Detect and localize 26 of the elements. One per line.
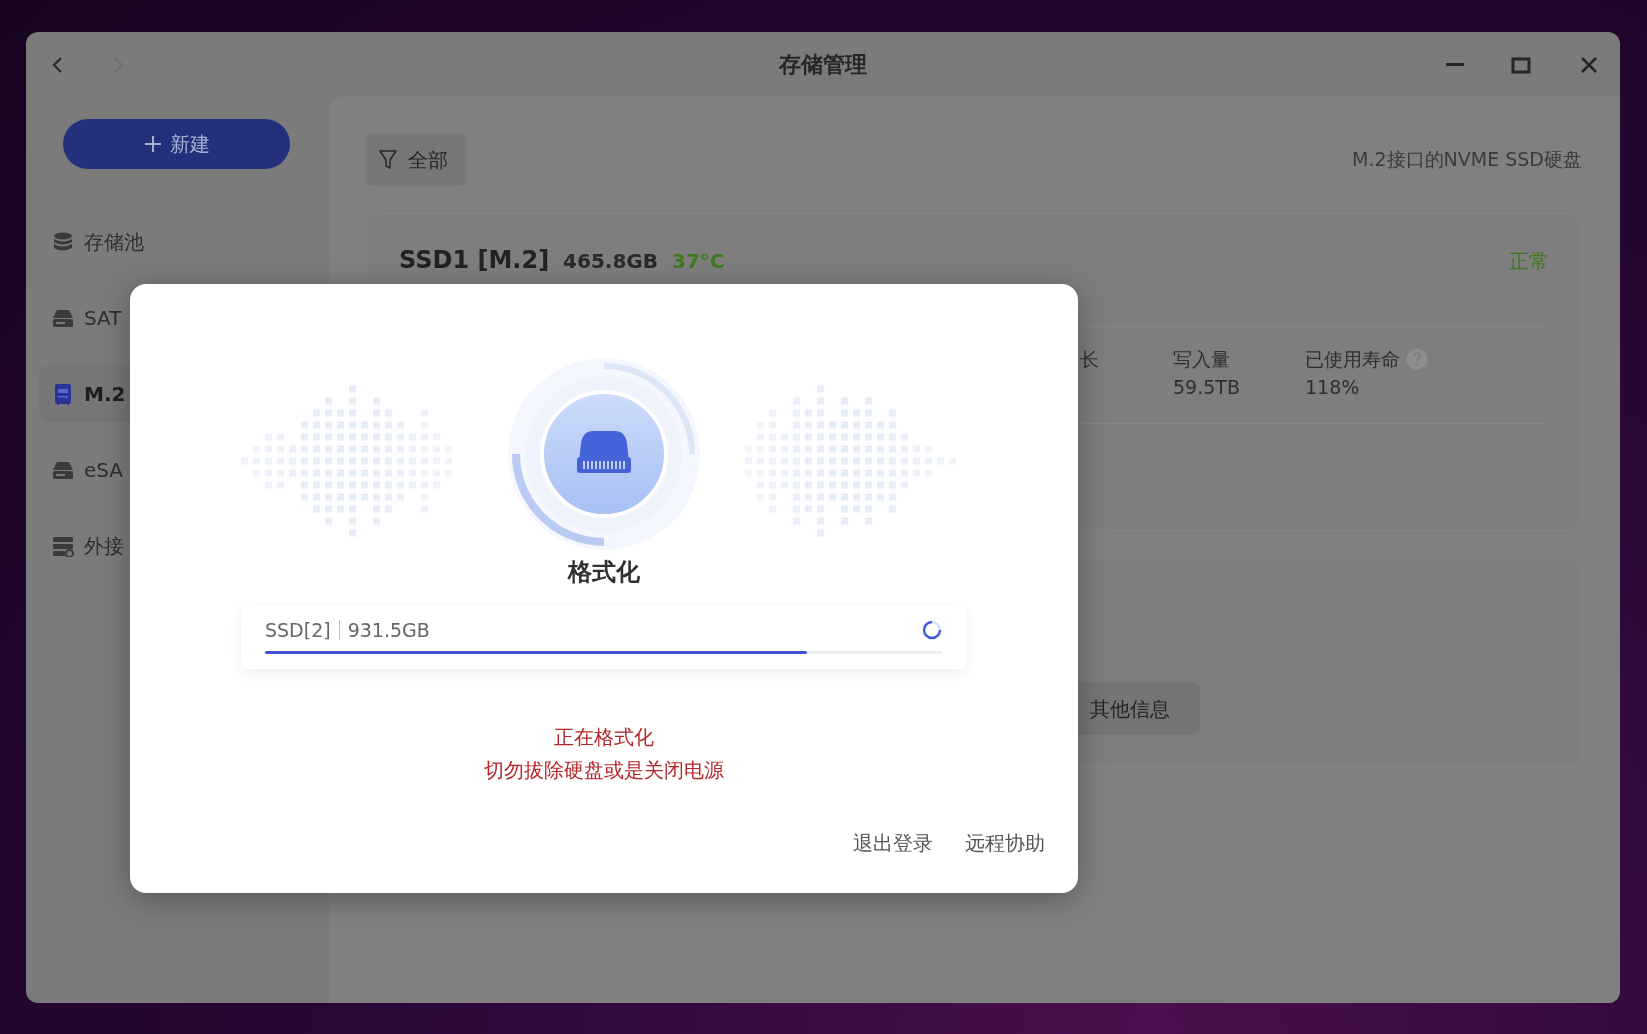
- disk-capacity: 465.8GB: [563, 248, 659, 275]
- sidebar-item[interactable]: eSA: [39, 441, 130, 498]
- dialog-title: 格式化: [568, 557, 640, 588]
- sidebar-item[interactable]: M.2: [39, 365, 130, 422]
- disk-name: SSD[2]: [265, 618, 331, 643]
- warning-text: 切勿拔除硬盘或是关闭电源: [484, 757, 724, 784]
- filter-button[interactable]: 全部: [366, 133, 466, 186]
- status-text: 正常: [1509, 248, 1549, 275]
- stat-value: 118%: [1305, 375, 1361, 400]
- new-button[interactable]: 新建: [63, 119, 290, 169]
- warning-text: 正在格式化: [554, 724, 654, 751]
- disk-temperature: 37°C: [672, 248, 725, 275]
- window-title: 存储管理: [779, 52, 867, 77]
- sidebar-item[interactable]: SAT: [39, 289, 130, 346]
- stat-label: 写入量: [1173, 347, 1230, 372]
- description-text: M.2接口的NVME SSD硬盘: [1352, 147, 1582, 173]
- stat-label: 已使用寿命: [1305, 347, 1400, 372]
- dialog-link[interactable]: 退出登录: [853, 828, 933, 858]
- sidebar-item[interactable]: 存储池: [39, 213, 150, 270]
- disk-name: SSD1 [M.2]: [399, 245, 550, 276]
- stat-value: 59.5TB: [1173, 375, 1241, 400]
- dialog-link[interactable]: 远程协助: [965, 828, 1045, 858]
- disk-size: 931.5GB: [347, 618, 430, 643]
- sidebar-item[interactable]: 外接: [39, 517, 130, 574]
- stat-label: 长: [1080, 347, 1099, 372]
- other-info-button[interactable]: 其他信息: [1078, 682, 1200, 735]
